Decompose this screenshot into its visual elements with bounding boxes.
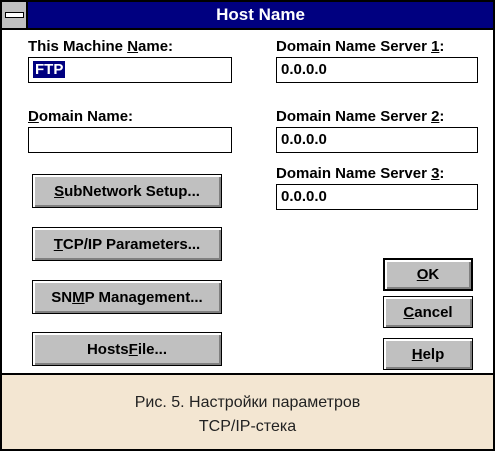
domain-name-field[interactable] xyxy=(28,127,232,153)
machine-name-field[interactable]: FTP xyxy=(28,57,232,83)
system-menu-icon[interactable] xyxy=(2,2,28,28)
domain-name-label: Domain Name: xyxy=(28,108,134,125)
title-bar[interactable]: Host Name xyxy=(2,2,493,30)
window-title: Host Name xyxy=(216,5,305,24)
dns3-field[interactable]: 0.0.0.0 xyxy=(276,184,478,210)
caption-line-1: Рис. 5. Настройки параметров xyxy=(134,394,361,411)
help-button[interactable]: Help xyxy=(383,338,473,370)
dns1-label: Domain Name Server 1: xyxy=(276,38,445,55)
dns2-field[interactable]: 0.0.0.0 xyxy=(276,127,478,153)
cancel-button[interactable]: Cancel xyxy=(383,296,473,328)
tcpip-parameters-button[interactable]: T CP/IP Parameters... xyxy=(32,227,222,261)
machine-name-label: This Machine Name: xyxy=(28,38,174,55)
caption-line-2: TCP/IP-стека xyxy=(198,418,297,435)
snmp-management-button[interactable]: SN M P Management... xyxy=(32,280,222,314)
subnetwork-setup-button[interactable]: SubNetwork Setup... xyxy=(32,174,222,208)
dialog-body: This Machine Name: FTP Domain Name: Doma… xyxy=(2,30,493,373)
dns1-field[interactable]: 0.0.0.0 xyxy=(276,57,478,83)
hosts-file-button[interactable]: Hosts File... xyxy=(32,332,222,366)
dialog-window: Host Name This Machine Name: FTP Domain … xyxy=(0,0,495,451)
figure-caption: Рис. 5. Настройки параметров TCP/IP-стек… xyxy=(2,391,493,439)
ok-button[interactable]: OK xyxy=(383,258,473,291)
machine-name-value: FTP xyxy=(33,61,66,78)
dns2-label: Domain Name Server 2: xyxy=(276,108,445,125)
dns3-label: Domain Name Server 3: xyxy=(276,165,445,182)
figure-caption-area: Рис. 5. Настройки параметров TCP/IP-стек… xyxy=(2,373,493,449)
